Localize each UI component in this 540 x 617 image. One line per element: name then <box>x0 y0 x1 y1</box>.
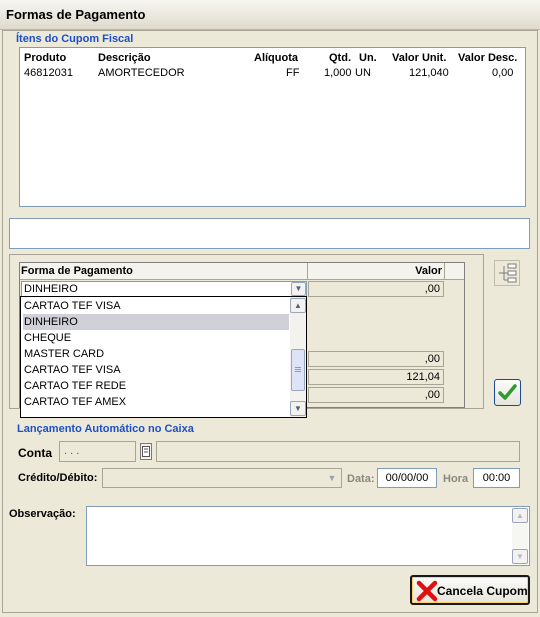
forma-dropdown-list[interactable]: CARTAO TEF VISA DINHEIRO CHEQUE MASTER C… <box>20 296 307 418</box>
itens-grid[interactable]: Produto Descrição Alíquota Qtd. Un. Valo… <box>19 47 526 207</box>
hora-field[interactable]: 00:00 <box>473 468 520 488</box>
scroll-down-icon[interactable]: ▼ <box>512 549 528 564</box>
col-divider-2 <box>444 263 445 280</box>
cell-valor-unit: 121,040 <box>409 67 449 79</box>
chevron-down-icon[interactable]: ▼ <box>291 282 306 296</box>
tree-list-icon <box>499 263 517 283</box>
dropdown-option[interactable]: CHEQUE <box>23 330 289 346</box>
scroll-down-icon[interactable]: ▼ <box>290 401 306 416</box>
dropdown-option-selected[interactable]: DINHEIRO <box>23 314 289 330</box>
col-valor-unit: Valor Unit. <box>392 52 447 64</box>
dropdown-option[interactable]: CARTAO TEF VISA <box>23 298 289 314</box>
tree-list-button[interactable] <box>494 260 520 286</box>
dropdown-option[interactable]: CARTAO TEF REDE <box>23 378 289 394</box>
confirm-button[interactable] <box>494 379 521 406</box>
credito-label: Crédito/Débito: <box>18 472 98 484</box>
dropdown-option[interactable]: MASTER CARD <box>23 346 289 362</box>
col-valor-desc: Valor Desc. <box>458 52 518 64</box>
col-qtd: Qtd. <box>329 52 351 64</box>
hora-label: Hora <box>443 473 469 485</box>
chevron-down-icon[interactable]: ▼ <box>325 471 339 485</box>
cell-descricao: AMORTECEDOR <box>98 67 185 79</box>
observacao-scrollbar[interactable]: ▲ ▼ <box>512 508 528 564</box>
cell-un: UN <box>355 67 371 79</box>
dropdown-option[interactable]: CARTAO TEF VISA <box>23 362 289 378</box>
conta-field[interactable]: . . . <box>59 441 136 462</box>
grip-line <box>295 369 301 370</box>
observacao-label: Observação: <box>9 508 76 520</box>
scroll-up-icon[interactable]: ▲ <box>290 298 306 313</box>
summary-value-1: ,00 <box>308 351 444 367</box>
window-title: Formas de Pagamento <box>6 7 146 22</box>
window-titlebar: Formas de Pagamento <box>0 0 540 30</box>
itens-group-title: Ítens do Cupom Fiscal <box>16 33 134 45</box>
col-descricao: Descrição <box>98 52 151 64</box>
lancamento-group-title: Lançamento Automático no Caixa <box>17 423 194 435</box>
col-aliquota: Alíquota <box>254 52 298 64</box>
data-field[interactable]: 00/00/00 <box>377 468 437 488</box>
col-produto: Produto <box>24 52 67 64</box>
grip-line <box>295 371 301 372</box>
conta-lookup-button[interactable] <box>140 443 152 460</box>
summary-value-2: 121,04 <box>308 369 444 385</box>
cell-qtd: 1,000 <box>324 67 352 79</box>
observacao-textarea[interactable]: ▲ ▼ <box>86 506 530 566</box>
conta-label: Conta <box>18 446 52 460</box>
conta-description-field[interactable] <box>156 441 520 462</box>
data-label: Data: <box>347 473 375 485</box>
cell-produto: 46812031 <box>24 67 73 79</box>
grip-line <box>295 367 301 368</box>
cell-aliquota: FF <box>286 67 300 79</box>
cell-valor-desc: 0,00 <box>492 67 514 79</box>
check-icon <box>498 384 517 400</box>
cancela-cupom-label: Cancela Cupom <box>437 584 528 598</box>
forma-combobox[interactable]: DINHEIRO ▼ <box>21 281 307 297</box>
forma-combobox-value: DINHEIRO <box>24 283 78 295</box>
forma-valor-cell[interactable]: ,00 <box>308 281 444 297</box>
dropdown-scrollbar[interactable]: ▲ ▼ <box>290 297 306 417</box>
col-un: Un. <box>359 52 377 64</box>
scroll-thumb[interactable] <box>291 349 305 391</box>
col-valor: Valor <box>415 265 442 277</box>
message-box <box>9 218 530 249</box>
credito-combobox[interactable]: ▼ <box>102 468 342 488</box>
red-x-icon <box>416 580 438 602</box>
col-forma: Forma de Pagamento <box>21 265 133 277</box>
pagamento-grid-header: Forma de Pagamento Valor <box>20 263 464 280</box>
dropdown-option[interactable]: CARTAO TEF AMEX <box>23 394 289 410</box>
cancela-cupom-button[interactable]: Cancela Cupom <box>410 575 530 605</box>
lookup-icon <box>142 446 150 457</box>
summary-value-3: ,00 <box>308 387 444 403</box>
scroll-up-icon[interactable]: ▲ <box>512 508 528 523</box>
